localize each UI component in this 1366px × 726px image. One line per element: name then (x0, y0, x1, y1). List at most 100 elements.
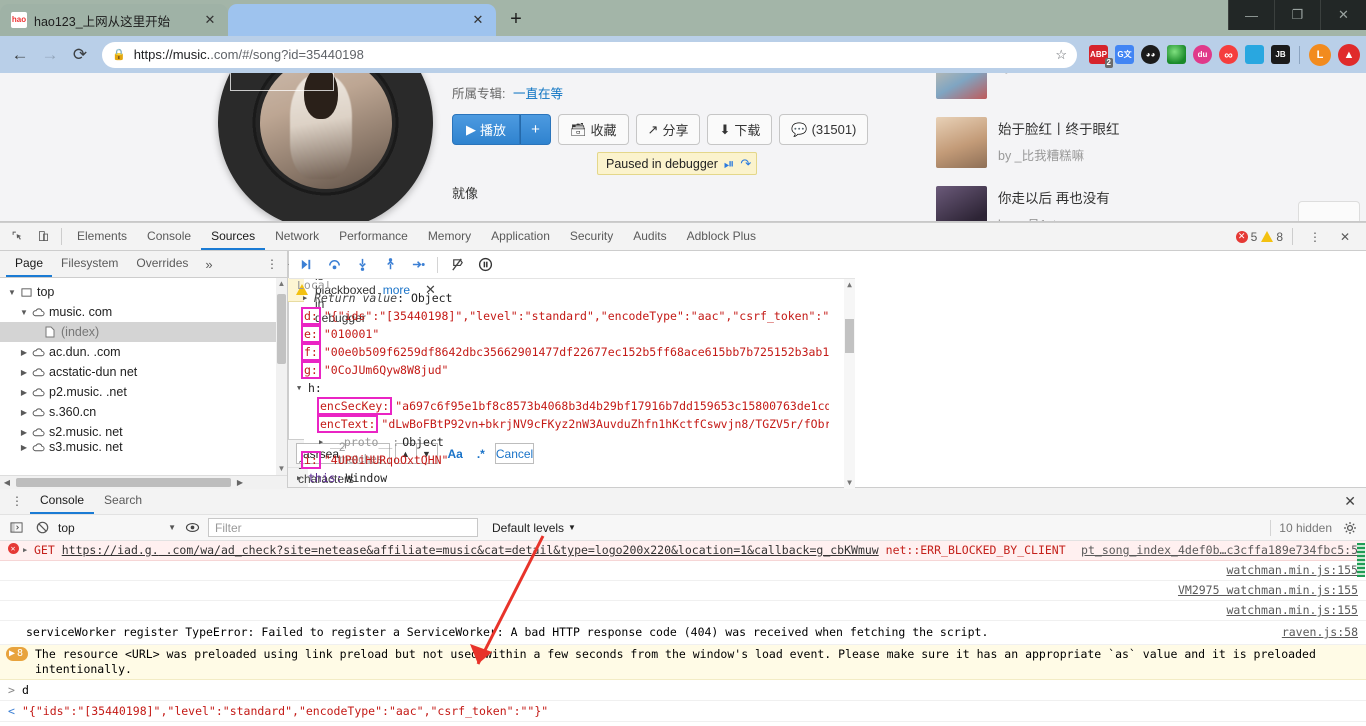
google-translate-icon[interactable]: G文 (1115, 45, 1134, 64)
proxy-switchy-icon[interactable]: ◕◕ (1141, 45, 1160, 64)
scope-row-this[interactable]: ▶ this: Window (289, 469, 855, 487)
tab-application[interactable]: Application (481, 223, 560, 250)
tab-audits[interactable]: Audits (623, 223, 676, 250)
tab-security[interactable]: Security (560, 223, 623, 250)
scope-row-encseckey[interactable]: encSecKey: "a697c6f95e1bf8c8573b4068b3d4… (289, 397, 829, 415)
list-item[interactable]: 始于脸红丨终于眼红 by _比我糟糕嘛 (936, 108, 1188, 177)
drawer-more-icon[interactable]: ⋮ (4, 488, 30, 514)
add-to-playlist-button[interactable]: + (520, 114, 551, 145)
inspect-element-icon[interactable] (4, 224, 30, 250)
minimize-button[interactable]: — (1228, 0, 1274, 30)
adblock-icon[interactable]: ABP 2 (1089, 45, 1108, 64)
chrome-menu-icon[interactable]: ▲ (1338, 44, 1360, 66)
warning-count-badge[interactable]: 8 (1261, 230, 1283, 244)
chevron-right-icon[interactable]: ▶ (18, 428, 30, 437)
pause-on-exceptions-button[interactable] (476, 255, 494, 275)
close-tab-icon[interactable]: ✕ (202, 12, 218, 28)
clear-console-icon[interactable] (32, 518, 52, 538)
step-out-button[interactable] (381, 255, 399, 275)
console-message-warning[interactable]: ▶8 The resource <URL> was preloaded usin… (0, 645, 1366, 680)
console-vertical-scrollbar[interactable] (1356, 541, 1366, 726)
drawer-tab-console[interactable]: Console (30, 488, 94, 514)
forward-button[interactable]: → (36, 41, 64, 69)
tab-network[interactable]: Network (265, 223, 329, 250)
favorite-button[interactable]: 🗃 收藏 (558, 114, 629, 145)
chevron-right-icon[interactable]: ▶ (18, 348, 30, 357)
error-count-badge[interactable]: ✕ 5 (1236, 230, 1258, 244)
execution-context-selector[interactable]: top ▼ (58, 521, 176, 535)
message-source-link[interactable]: raven.js:58 (1282, 625, 1358, 640)
tree-node-s3music[interactable]: ▶ s3.music. net (0, 442, 287, 452)
scroll-down-icon[interactable]: ▼ (844, 478, 855, 487)
chevron-right-icon[interactable]: ▶ (303, 294, 314, 302)
scope-row-enctext[interactable]: encText: "dLwBoFBtP92vn+bkrjNV9cFKyz2nW3… (289, 415, 829, 433)
expand-icon[interactable]: ▶ (23, 543, 32, 558)
chevron-right-icon[interactable]: ▶ (18, 443, 30, 452)
list-item[interactable]: by 不会开挖掘机好去... (936, 73, 1188, 108)
scope-vertical-scrollbar[interactable]: ▲ ▼ (844, 279, 855, 489)
navigator-tab-overrides[interactable]: Overrides (127, 251, 197, 277)
step-over-icon[interactable]: ↷ (740, 156, 751, 172)
browser-tab-music[interactable]: ✕ (228, 4, 496, 36)
tree-node-s2music[interactable]: ▶ s2.music. net (0, 422, 287, 442)
log-level-selector[interactable]: Default levels ▼ (492, 521, 576, 535)
chevron-right-icon[interactable]: ▶ (18, 388, 30, 397)
request-url-suffix[interactable]: .com/wa/ad_check?site=netease&affiliate=… (159, 543, 879, 557)
scope-row-f[interactable]: f: "00e0b509f6259df8642dbc35662901477df2… (289, 343, 829, 361)
floating-player-widget[interactable] (1298, 201, 1360, 221)
scroll-down-icon[interactable]: ▼ (276, 464, 287, 473)
tab-elements[interactable]: Elements (67, 223, 137, 250)
baidu-extension-icon[interactable]: du (1193, 45, 1212, 64)
deactivate-breakpoints-button[interactable] (448, 255, 466, 275)
scroll-right-icon[interactable]: ▶ (233, 478, 247, 487)
message-source-link[interactable]: VM2975 watchman.min.js:155 (1178, 583, 1358, 598)
console-filter-input[interactable]: Filter (208, 518, 478, 537)
new-tab-button[interactable]: + (502, 5, 530, 33)
navigator-more-icon[interactable]: ⋮ (257, 257, 287, 271)
request-url-prefix[interactable]: https://iad.g. (62, 543, 159, 557)
scrollbar-thumb[interactable] (845, 319, 854, 353)
tree-vertical-scrollbar[interactable]: ▲ ▼ (276, 278, 287, 489)
comments-button[interactable]: 💬 (31501) (779, 114, 868, 145)
resume-script-button[interactable] (297, 255, 315, 275)
maximize-button[interactable]: ❐ (1274, 0, 1320, 30)
chevron-down-icon[interactable]: ▼ (297, 384, 308, 392)
message-source-link[interactable]: pt_song_index_4def0b…c3cffa189e734fbc5:5 (1081, 543, 1358, 558)
chevron-down-icon[interactable]: ▼ (18, 308, 30, 317)
infinity-newtab-icon[interactable]: ∞ (1219, 45, 1238, 64)
close-devtools-icon[interactable]: ✕ (1332, 224, 1358, 250)
close-tab-icon[interactable]: ✕ (470, 12, 486, 28)
reload-button[interactable]: ⟳ (66, 41, 94, 69)
tab-memory[interactable]: Memory (418, 223, 481, 250)
console-settings-icon[interactable] (1340, 518, 1360, 538)
scope-row-e[interactable]: e: "010001" (289, 325, 829, 343)
profile-avatar[interactable]: L (1309, 44, 1331, 66)
scope-row-d[interactable]: d: "{"ids":"[35440198]","level":"standar… (289, 307, 829, 325)
idm-download-icon[interactable] (1167, 45, 1186, 64)
jetbrains-toolbox-icon[interactable]: JB (1271, 45, 1290, 64)
scope-row-proto[interactable]: ▶ __proto__: Object (289, 433, 855, 451)
drawer-tab-search[interactable]: Search (94, 488, 152, 514)
live-expression-icon[interactable] (182, 518, 202, 538)
tree-node-top[interactable]: ▼ top (0, 282, 287, 302)
message-source-link[interactable]: watchman.min.js:155 (1226, 603, 1358, 618)
navigator-more-tabs[interactable]: » (197, 257, 220, 272)
console-message-blank[interactable]: watchman.min.js:155 (0, 561, 1366, 581)
album-link[interactable]: 一直在等 (513, 87, 563, 101)
toggle-device-toolbar-icon[interactable] (30, 224, 56, 250)
share-button[interactable]: ↗ 分享 (636, 114, 701, 145)
address-bar[interactable]: 🔒 https://music..com/#/song?id=35440198 … (102, 42, 1077, 68)
resume-script-icon[interactable]: ⏯ (724, 156, 734, 172)
scope-row-g[interactable]: g: "0CoJUm6Qyw8W8jud" (289, 361, 829, 379)
scope-row-return-value[interactable]: ▶ Return value : Object (289, 289, 855, 307)
close-drawer-icon[interactable]: ✕ (1334, 493, 1366, 510)
chevron-right-icon[interactable]: ▶ (319, 438, 330, 446)
video-downloader-icon[interactable] (1245, 45, 1264, 64)
chevron-down-icon[interactable]: ▼ (6, 288, 18, 297)
tree-node-acdun[interactable]: ▶ ac.dun. .com (0, 342, 287, 362)
chevron-right-icon[interactable]: ▶ (18, 368, 30, 377)
chevron-right-icon[interactable]: ▶ (297, 474, 308, 482)
scrollbar-thumb[interactable] (277, 294, 286, 364)
browser-tab-hao123[interactable]: hao hao123_上网从这里开始 ✕ (0, 4, 228, 36)
tree-node-p2music[interactable]: ▶ p2.music. .net (0, 382, 287, 402)
